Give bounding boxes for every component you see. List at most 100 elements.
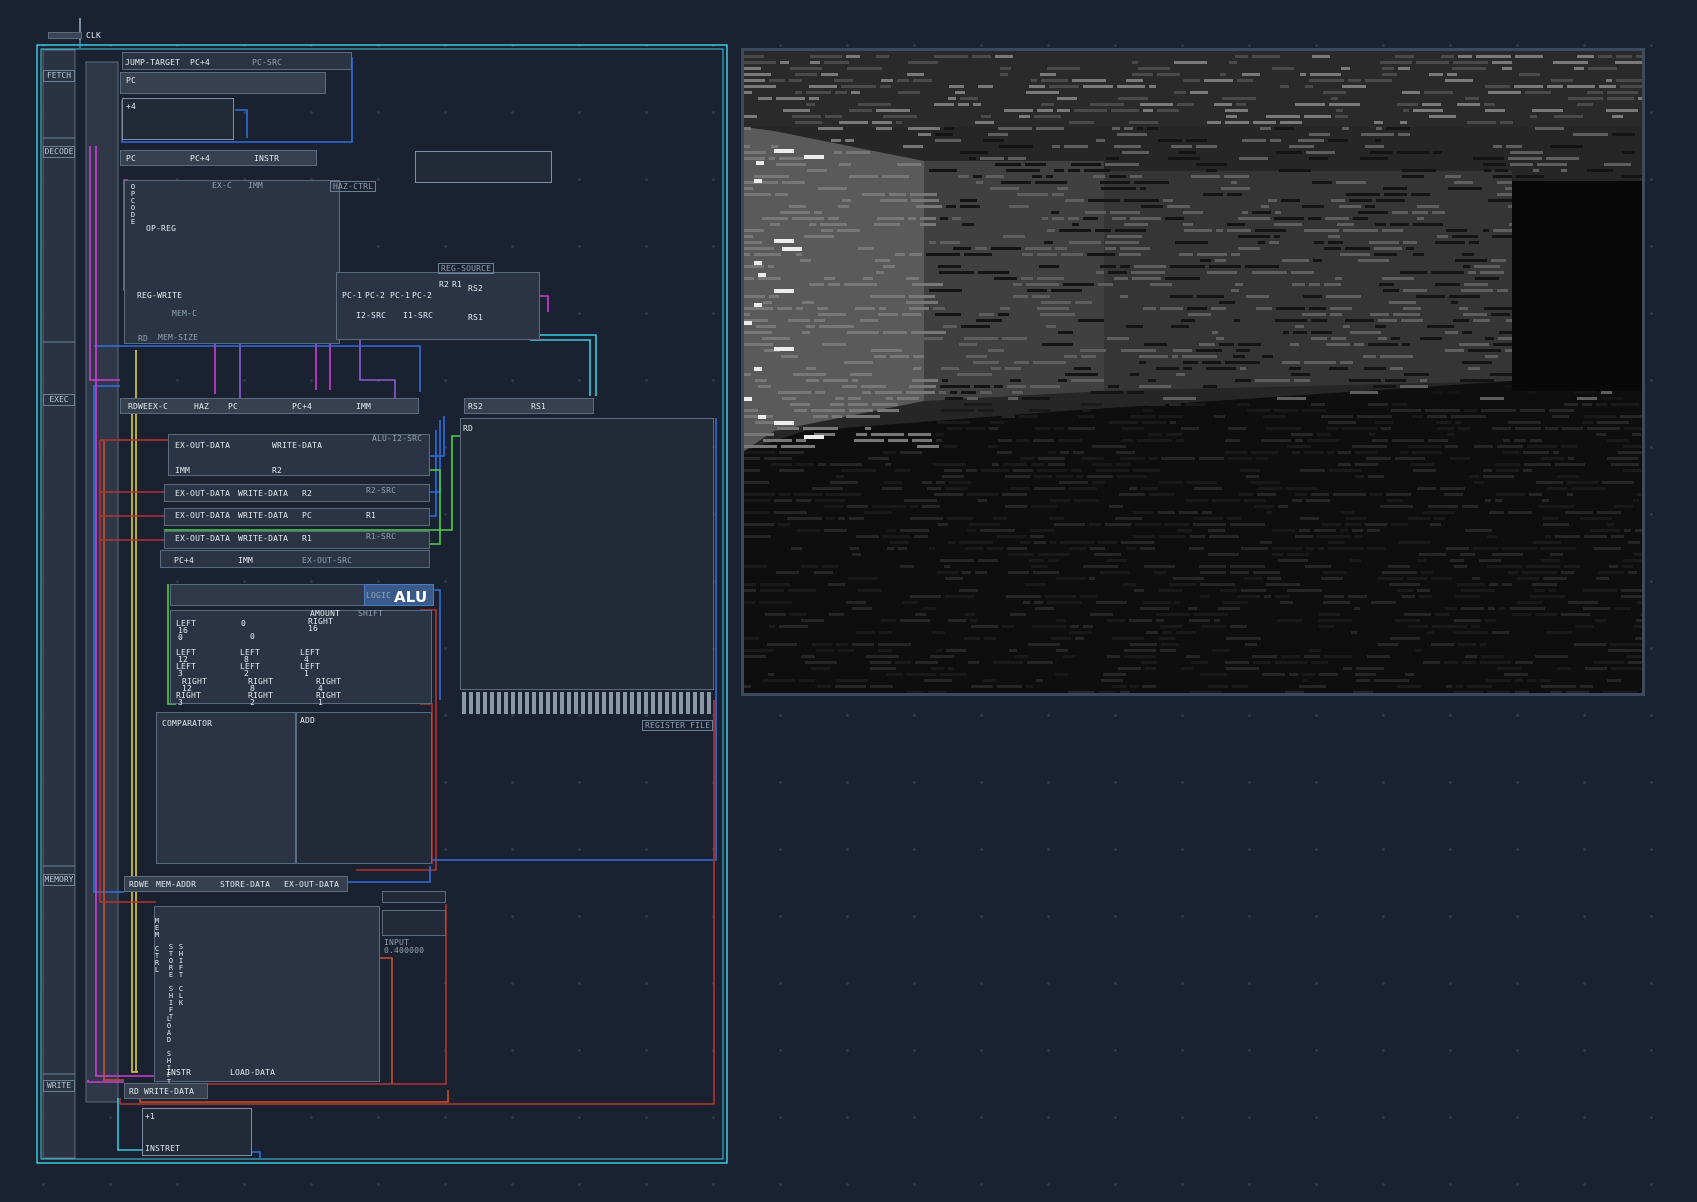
mux2-r2-label: R2	[302, 489, 313, 498]
clock-pin[interactable]	[48, 32, 82, 39]
left2-label: LEFT	[240, 662, 261, 671]
regfile-rd-label: RD	[463, 424, 474, 433]
screen-highlight-2	[754, 179, 762, 183]
zero-b: 0	[250, 632, 256, 641]
exec-pc4-label: PC+4	[292, 402, 313, 411]
screen-highlight-4	[782, 247, 802, 251]
pc1-a-label: PC-1	[342, 291, 363, 300]
register-file[interactable]	[460, 418, 714, 690]
pc-plus4-label: PC+4	[190, 58, 211, 67]
screen-doorway	[1512, 181, 1642, 391]
pixel-display-canvas	[744, 51, 1642, 693]
r2-src-label: R2-SRC	[366, 486, 397, 495]
adder-block[interactable]	[296, 712, 432, 864]
store-shift-label: STORE SHIFT	[167, 943, 175, 1020]
clock-label: CLK	[86, 31, 102, 40]
right1-num: 1	[318, 698, 324, 707]
regfile-latch[interactable]	[464, 398, 594, 414]
screen-highlight-3	[774, 239, 794, 243]
i1-src-label: I1-SRC	[403, 311, 434, 320]
exec-imm-label: IMM	[356, 402, 372, 411]
stage-tab-memory: MEMORY	[43, 874, 75, 886]
rdwe-label: RDWE	[128, 402, 149, 411]
screen-highlight-12	[744, 397, 752, 401]
mux5-pc4-label: PC+4	[174, 556, 195, 565]
pc-label: PC	[126, 76, 137, 85]
wire-41	[252, 1151, 261, 1158]
decode-instr-label: INSTR	[254, 154, 280, 163]
wire-9	[94, 345, 421, 392]
alu-label: ALU	[394, 588, 428, 606]
shift-label: SHIFT	[358, 609, 384, 618]
right2-num: 2	[250, 698, 256, 707]
instret-label: INSTRET	[145, 1144, 181, 1153]
mux3-pc-label: PC	[302, 511, 313, 520]
stage-tab-decode: DECODE	[43, 146, 75, 158]
input-field[interactable]	[382, 910, 446, 936]
reg-source-block[interactable]	[336, 272, 540, 340]
reg-write-label: REG-WRITE	[137, 291, 183, 300]
comparator-label: COMPARATOR	[162, 719, 213, 728]
memory-probe[interactable]	[382, 891, 446, 903]
jump-target-label: JUMP-TARGET	[125, 58, 181, 67]
haz-ctrl-label: HAZ-CTRL	[330, 181, 377, 192]
r1-label: R1	[452, 280, 463, 289]
memory-block[interactable]	[154, 906, 380, 1082]
wire-40	[117, 1098, 142, 1151]
decode-latch[interactable]	[120, 150, 317, 166]
r2-label: R2	[439, 280, 450, 289]
wire-11	[530, 339, 591, 396]
exec-rs2-label: RS2	[468, 402, 484, 411]
decoder-block[interactable]	[124, 180, 340, 344]
plus4-label: +4	[126, 102, 137, 111]
screen-highlight-8	[754, 303, 762, 307]
pc-src-label: PC-SRC	[252, 58, 283, 67]
stage-tab-fetch: FETCH	[43, 70, 75, 82]
comparator-block[interactable]	[156, 712, 296, 864]
screen-highlight-16	[804, 155, 824, 159]
ex-out-src-label: EX-OUT-SRC	[302, 556, 353, 565]
i2-src-label: I2-SRC	[356, 311, 387, 320]
register-file-label: REGISTER FILE	[642, 720, 714, 731]
exec-rs1-label: RS1	[531, 402, 547, 411]
screen-highlight-0	[774, 149, 794, 153]
mux1-imm-label: IMM	[175, 466, 191, 475]
left1-label: LEFT	[300, 662, 321, 671]
screen-highlight-6	[758, 273, 766, 277]
wire-1	[235, 109, 248, 138]
pc-register[interactable]	[120, 72, 326, 94]
shift-clk-label: SHIFT CLK	[177, 943, 185, 1006]
screen-highlight-13	[758, 415, 766, 419]
plus1-label: +1	[145, 1112, 156, 1121]
screen-highlight-7	[774, 289, 794, 293]
mux1-ex-out-label: EX-OUT-DATA	[175, 441, 231, 450]
instruction-probe[interactable]	[415, 151, 552, 183]
shifter-block[interactable]	[170, 610, 432, 704]
left1-num: 1	[304, 669, 310, 678]
mux1-r2-label: R2	[272, 466, 283, 475]
wire-8	[350, 329, 396, 398]
pc2-b-label: PC-2	[412, 291, 433, 300]
add-label: ADD	[300, 716, 316, 725]
exec-ex-c-label: EX-C	[148, 402, 169, 411]
mux4-r1-label: R1	[302, 534, 313, 543]
rs1-label: RS1	[468, 313, 484, 322]
wire-28	[434, 589, 441, 700]
stage-tab-exec: EXEC	[43, 394, 75, 406]
pc-adder[interactable]	[122, 98, 234, 140]
pixel-display-screen[interactable]	[741, 48, 1645, 696]
mux3-r1-label: R1	[366, 511, 377, 520]
screen-highlight-9	[744, 321, 752, 325]
right3-num: 3	[178, 698, 184, 707]
input-value: 0.400000	[384, 946, 425, 955]
reg-source-label: REG-SOURCE	[438, 263, 495, 274]
pc1-b-label: PC-1	[390, 291, 411, 300]
decode-pc4-label: PC+4	[190, 154, 211, 163]
screen-highlight-10	[774, 347, 794, 351]
ex-out-mux[interactable]	[160, 550, 430, 568]
mux4-ex-out-label: EX-OUT-DATA	[175, 534, 231, 543]
amount-16-label: 16	[308, 624, 319, 633]
opcode-label: OPCODE	[129, 183, 137, 225]
screen-highlight-5	[754, 261, 762, 265]
wire-35	[380, 957, 393, 1084]
